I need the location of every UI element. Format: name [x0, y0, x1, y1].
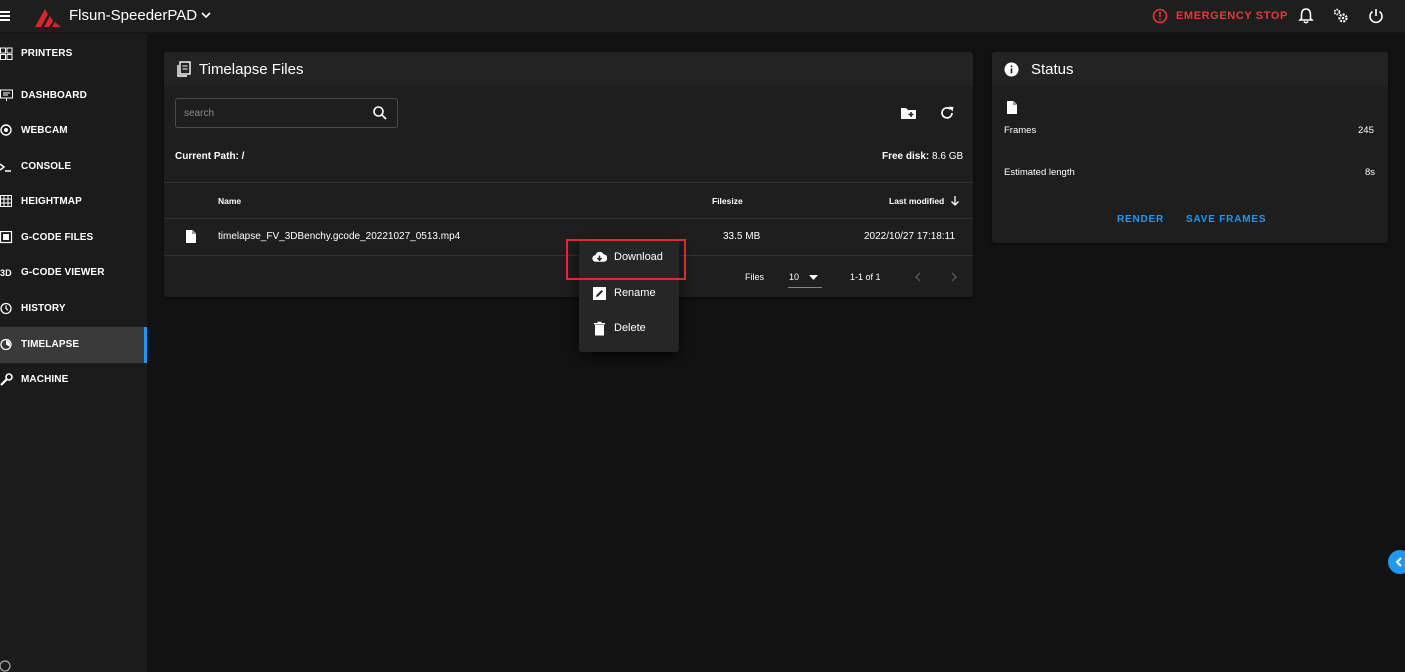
power-icon[interactable]	[1367, 7, 1385, 25]
save-frames-button[interactable]: SAVE FRAMES	[1186, 214, 1266, 225]
printers-icon	[0, 47, 13, 60]
cloud-download-icon	[592, 251, 607, 262]
search-icon[interactable]	[372, 105, 388, 121]
sidebar-item-label: G-CODE VIEWER	[21, 267, 105, 278]
top-app-bar: Flsun-SpeederPAD EMERGENCY STOP	[0, 0, 1405, 33]
create-folder-icon[interactable]	[900, 105, 917, 121]
status-title: Status	[1031, 61, 1074, 78]
free-disk-value: 8.6 GB	[932, 151, 964, 162]
emergency-stop-label: EMERGENCY STOP	[1176, 10, 1288, 22]
printer-name[interactable]: Flsun-SpeederPAD	[69, 7, 197, 24]
sidebar-item-label: TIMELAPSE	[21, 339, 80, 350]
sidebar-item-machine[interactable]: MACHINE	[0, 362, 147, 398]
frames-value: 245	[1358, 125, 1374, 136]
dashboard-icon	[0, 89, 13, 101]
file-context-menu: Download Rename Delete	[579, 239, 679, 352]
context-menu-item-rename[interactable]: Rename	[579, 276, 679, 310]
sidebar-item-gcode-viewer[interactable]: 3D G-CODE VIEWER	[0, 255, 147, 291]
sidebar-item-printers[interactable]: PRINTERS	[0, 36, 147, 72]
context-menu-item-delete[interactable]: Delete	[579, 311, 679, 345]
column-header-filesize[interactable]: Filesize	[712, 196, 743, 206]
help-icon[interactable]	[0, 658, 12, 672]
side-panel-toggle[interactable]	[1388, 550, 1405, 574]
svg-text:3D: 3D	[0, 268, 12, 278]
heightmap-icon	[0, 195, 12, 207]
navigation-sidebar: PRINTERS DASHBOARD WEBCAM CONSOLE HEIGHT…	[0, 33, 147, 672]
sidebar-item-label: HISTORY	[21, 303, 66, 314]
sidebar-item-label: HEIGHTMAP	[21, 196, 82, 207]
pagination-range: 1-1 of 1	[850, 272, 881, 282]
chevron-down-icon[interactable]	[199, 7, 213, 23]
column-header-last-modified[interactable]: Last modified	[889, 196, 944, 206]
sidebar-item-gcode-files[interactable]: G-CODE FILES	[0, 220, 147, 256]
files-per-page-label: Files	[745, 272, 765, 282]
sidebar-item-label: PRINTERS	[21, 48, 73, 59]
timelapse-files-card	[164, 52, 973, 297]
gcode-viewer-icon: 3D	[0, 268, 12, 278]
context-menu-label: Delete	[614, 322, 646, 334]
timelapse-files-title: Timelapse Files	[199, 61, 304, 78]
alert-circle-icon	[1152, 8, 1168, 24]
file-multiple-icon	[177, 61, 191, 77]
chevron-right-icon[interactable]	[949, 271, 959, 283]
trash-icon	[594, 321, 605, 336]
emergency-stop-button[interactable]: EMERGENCY STOP	[1152, 6, 1288, 26]
file-name: timelapse_FV_3DBenchy.gcode_20221027_051…	[218, 231, 461, 242]
files-per-page-select[interactable]: 10	[788, 266, 822, 288]
render-button[interactable]: RENDER	[1117, 214, 1164, 225]
sidebar-item-label: DASHBOARD	[21, 90, 87, 101]
arrow-down-icon[interactable]	[950, 195, 960, 207]
timelapse-icon	[0, 338, 12, 351]
sidebar-item-dashboard[interactable]: DASHBOARD	[0, 78, 147, 114]
sidebar-item-webcam[interactable]: WEBCAM	[0, 113, 147, 149]
estimated-length-label: Estimated length	[1004, 167, 1075, 178]
estimated-length-value: 8s	[1365, 167, 1376, 178]
sidebar-item-console[interactable]: CONSOLE	[0, 149, 147, 185]
current-path: Current Path: /	[175, 151, 245, 162]
sidebar-item-label: CONSOLE	[21, 161, 72, 172]
sidebar-item-label: MACHINE	[21, 374, 69, 385]
console-icon	[0, 163, 11, 172]
refresh-icon[interactable]	[939, 105, 955, 121]
bell-icon[interactable]	[1297, 7, 1315, 25]
sidebar-item-label: G-CODE FILES	[21, 232, 94, 243]
search-input[interactable]	[184, 105, 364, 121]
information-icon	[1004, 62, 1019, 77]
rename-icon	[593, 287, 606, 300]
chevron-left-icon[interactable]	[913, 271, 923, 283]
search-field[interactable]	[175, 98, 398, 128]
webcam-icon	[0, 124, 12, 136]
sidebar-item-label: WEBCAM	[21, 125, 68, 136]
free-disk-label: Free disk:	[882, 151, 930, 162]
context-menu-item-download[interactable]: Download	[579, 240, 679, 274]
chevron-left-icon	[1395, 557, 1402, 567]
flsun-logo	[35, 9, 61, 27]
file-modified: 2022/10/27 17:18:11	[864, 231, 956, 242]
per-page-value: 10	[789, 272, 800, 282]
sidebar-item-timelapse[interactable]: TIMELAPSE	[0, 327, 147, 363]
menu-icon[interactable]	[0, 9, 12, 23]
free-disk-info: Free disk: 8.6 GB	[882, 151, 963, 162]
divider	[164, 182, 973, 183]
gcode-files-icon	[0, 231, 13, 244]
file-icon	[186, 230, 196, 243]
sidebar-item-history[interactable]: HISTORY	[0, 291, 147, 327]
divider	[164, 255, 973, 256]
sidebar-item-heightmap[interactable]: HEIGHTMAP	[0, 184, 147, 220]
machine-icon	[0, 373, 13, 386]
table-row[interactable]: timelapse_FV_3DBenchy.gcode_20221027_051…	[164, 219, 973, 255]
file-icon	[1007, 101, 1017, 114]
column-header-name[interactable]: Name	[218, 196, 241, 206]
settings-cogs-icon[interactable]	[1332, 7, 1350, 25]
context-menu-label: Download	[614, 251, 663, 263]
menu-down-icon	[809, 275, 818, 280]
history-icon	[0, 302, 12, 315]
context-menu-label: Rename	[614, 287, 656, 299]
frames-label: Frames	[1004, 125, 1037, 136]
file-size: 33.5 MB	[723, 231, 761, 242]
